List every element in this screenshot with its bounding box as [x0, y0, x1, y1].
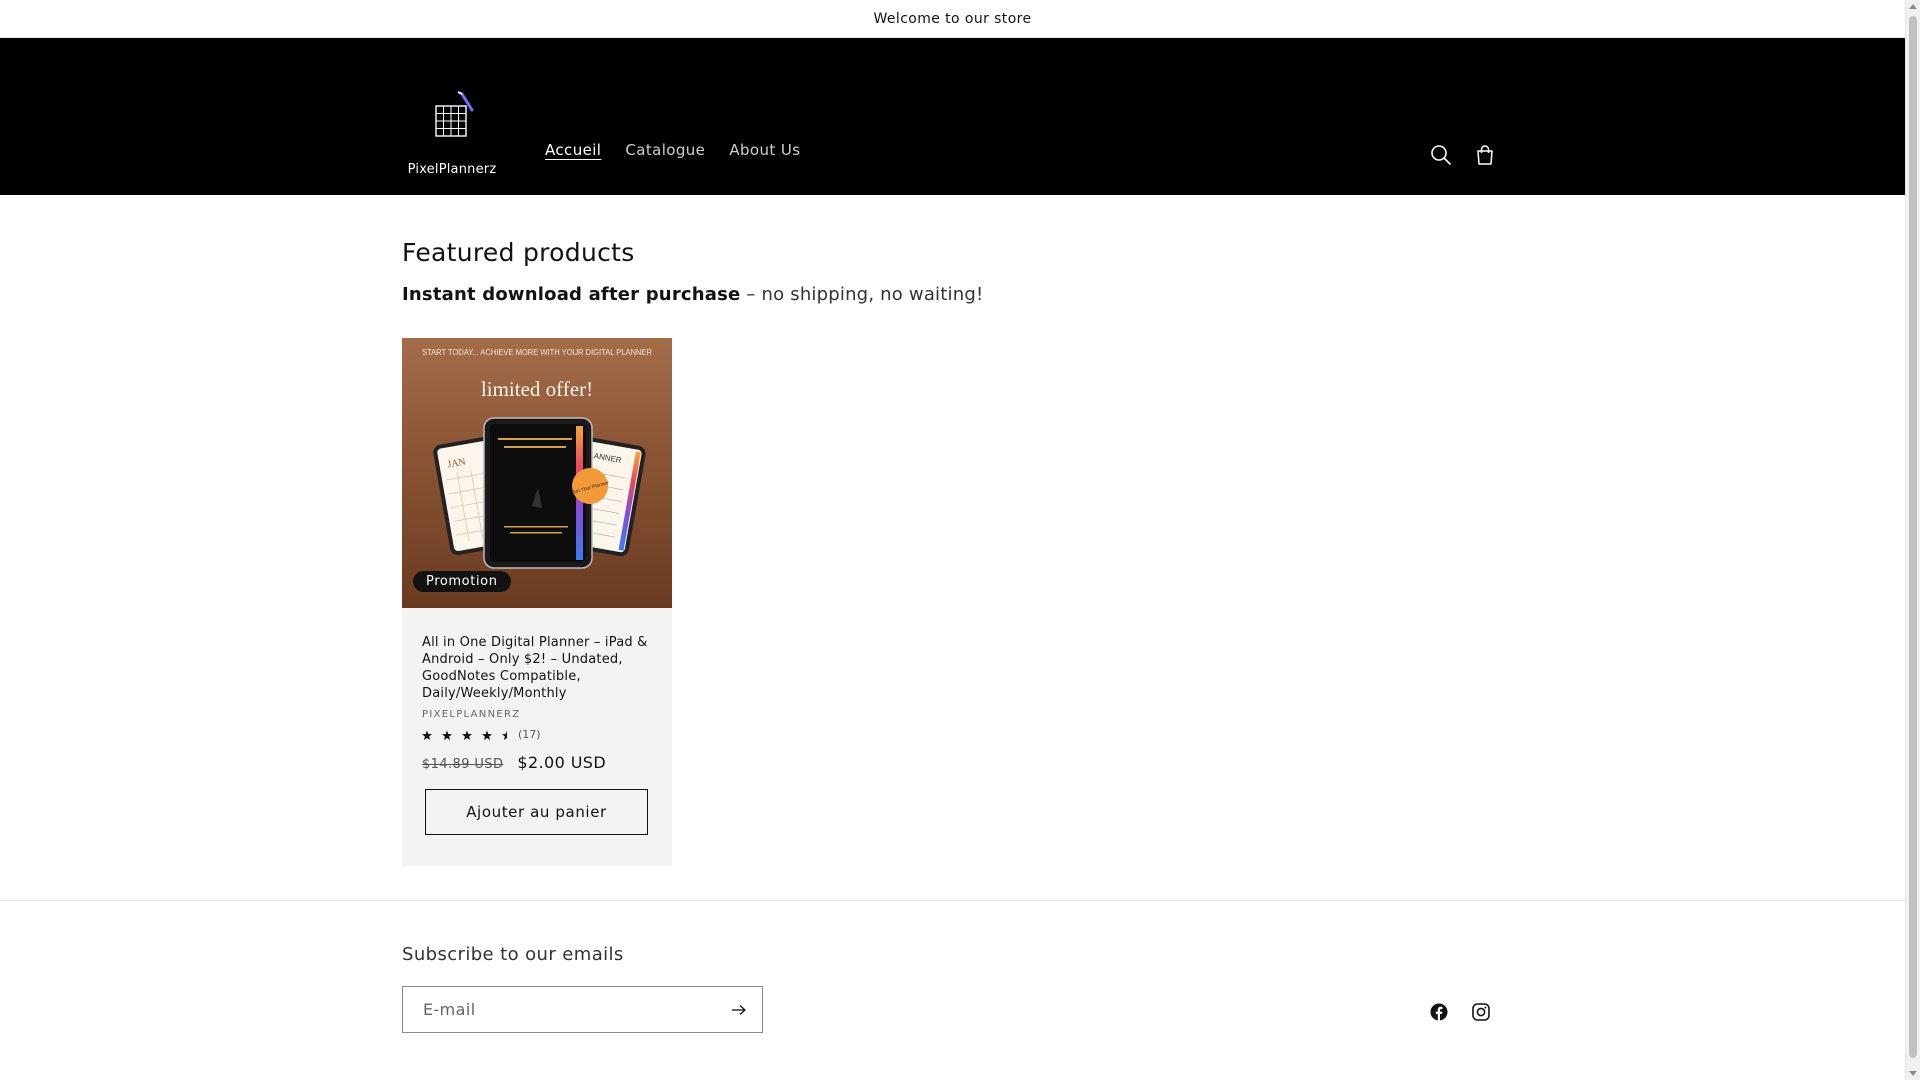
email-input[interactable]: [403, 987, 713, 1032]
add-to-cart-button[interactable]: Ajouter au panier: [425, 789, 648, 835]
product-vendor: PIXELPLANNERZ: [422, 709, 521, 720]
nav-item-about-us[interactable]: About Us: [717, 141, 812, 159]
announcement-bar: Welcome to our store: [0, 0, 1905, 38]
instagram-link[interactable]: [1468, 999, 1494, 1025]
product-rating: (17): [422, 728, 652, 741]
planner-logo-icon: [435, 91, 474, 137]
cart-icon: [1477, 145, 1493, 165]
page-scrollbar[interactable]: [1905, 0, 1920, 1080]
search-icon: [1431, 145, 1451, 165]
site-header: PixelPlannerz Accueil Catalogue About Us: [0, 38, 1905, 195]
product-title[interactable]: All in One Digital Planner – iPad & Andr…: [422, 634, 652, 704]
cart-button[interactable]: [1468, 138, 1502, 172]
scrollbar-thumb[interactable]: [1909, 16, 1917, 1058]
featured-subtitle: Instant download after purchase – no shi…: [402, 284, 983, 305]
product-card: START TODAY... ACHIEVE MORE WITH YOUR DI…: [402, 338, 672, 866]
footer-divider: [0, 900, 1905, 901]
scroll-up-icon[interactable]: [1909, 4, 1917, 9]
featured-subtitle-bold: Instant download after purchase: [402, 284, 741, 305]
product-image[interactable]: START TODAY... ACHIEVE MORE WITH YOUR DI…: [402, 338, 672, 608]
product-info: All in One Digital Planner – iPad & Andr…: [402, 608, 672, 835]
scroll-down-icon[interactable]: [1909, 1071, 1917, 1076]
promo-top-text: START TODAY... ACHIEVE MORE WITH YOUR DI…: [422, 348, 652, 357]
rating-stars-icon: [422, 730, 507, 740]
store-logo[interactable]: PixelPlannerz: [402, 84, 502, 184]
subscribe-submit-button[interactable]: [716, 987, 762, 1032]
announcement-text: Welcome to our store: [873, 10, 1032, 27]
featured-subtitle-rest: – no shipping, no waiting!: [740, 284, 984, 305]
main-nav: Accueil Catalogue About Us: [533, 141, 812, 159]
facebook-icon: [1430, 1003, 1448, 1021]
price-row: $14.89 USD $2.00 USD: [422, 753, 652, 772]
planner-promo-image: START TODAY... ACHIEVE MORE WITH YOUR DI…: [422, 348, 652, 569]
rating-count: (17): [518, 728, 541, 741]
page: Welcome to our store PixelPlannerz Accue…: [0, 0, 1905, 1080]
price-sale: $2.00 USD: [517, 753, 607, 772]
arrow-right-icon: [732, 1004, 746, 1015]
nav-item-catalogue[interactable]: Catalogue: [613, 141, 717, 159]
logo-text: PixelPlannerz: [407, 162, 497, 177]
promotion-badge: Promotion: [413, 571, 511, 592]
instagram-icon: [1472, 1003, 1490, 1021]
promo-headline: limited offer!: [481, 377, 593, 401]
search-button[interactable]: [1424, 138, 1458, 172]
nav-item-accueil[interactable]: Accueil: [533, 141, 613, 159]
newsletter-form: [402, 986, 763, 1033]
featured-title: Featured products: [402, 238, 635, 267]
subscribe-title: Subscribe to our emails: [402, 944, 624, 965]
facebook-link[interactable]: [1426, 999, 1452, 1025]
price-regular: $14.89 USD: [422, 757, 504, 772]
